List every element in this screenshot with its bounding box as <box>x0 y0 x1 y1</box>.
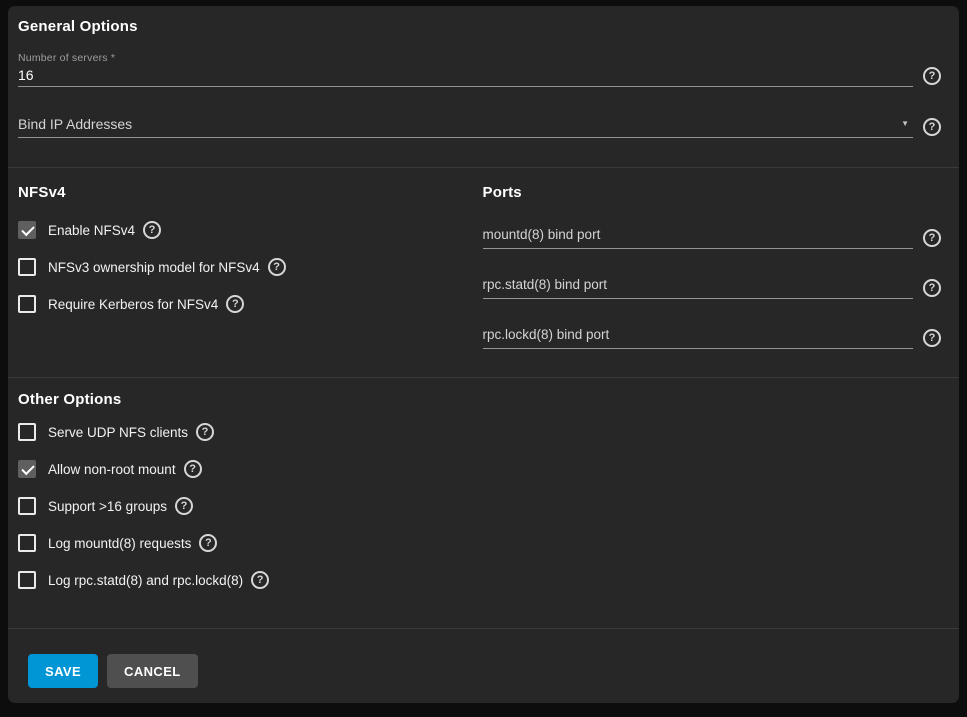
enable-nfsv4-checkbox[interactable] <box>18 221 36 239</box>
support-16-groups-checkbox[interactable] <box>18 497 36 515</box>
log-mountd-requests-label: Log mountd(8) requests <box>48 535 191 552</box>
mountd-bind-port-field: mountd(8) bind port ? <box>483 226 942 249</box>
help-icon[interactable]: ? <box>923 329 941 347</box>
rpc-lockd-bind-port-field: rpc.lockd(8) bind port ? <box>483 326 942 349</box>
log-statd-lockd-label: Log rpc.statd(8) and rpc.lockd(8) <box>48 572 243 589</box>
action-buttons-row: SAVE CANCEL <box>8 629 959 703</box>
help-icon[interactable]: ? <box>184 460 202 478</box>
help-icon[interactable]: ? <box>251 571 269 589</box>
number-of-servers-field-main: Number of servers * <box>18 52 913 87</box>
help-icon[interactable]: ? <box>175 497 193 515</box>
enable-nfsv4-row: Enable NFSv4 ? <box>18 219 477 241</box>
require-kerberos-label: Require Kerberos for NFSv4 <box>48 296 218 313</box>
help-icon[interactable]: ? <box>268 258 286 276</box>
support-16-groups-row: Support >16 groups ? <box>18 495 941 517</box>
log-mountd-requests-checkbox[interactable] <box>18 534 36 552</box>
number-of-servers-input[interactable] <box>18 66 913 86</box>
serve-udp-label: Serve UDP NFS clients <box>48 424 188 441</box>
rpc-statd-bind-port-label: rpc.statd(8) bind port <box>483 276 608 294</box>
section-other-options: Other Options Serve UDP NFS clients ? Al… <box>8 378 959 629</box>
help-icon[interactable]: ? <box>923 229 941 247</box>
allow-nonroot-mount-checkbox[interactable] <box>18 460 36 478</box>
allow-nonroot-mount-row: Allow non-root mount ? <box>18 458 941 480</box>
support-16-groups-label: Support >16 groups <box>48 498 167 515</box>
help-icon[interactable]: ? <box>196 423 214 441</box>
section-nfsv4-and-ports: NFSv4 Enable NFSv4 ? NFSv3 ownership mod… <box>8 168 959 378</box>
log-statd-lockd-row: Log rpc.statd(8) and rpc.lockd(8) ? <box>18 569 941 591</box>
allow-nonroot-mount-label: Allow non-root mount <box>48 461 176 478</box>
help-icon[interactable]: ? <box>923 118 941 136</box>
help-icon[interactable]: ? <box>923 67 941 85</box>
nfsv3-ownership-checkbox[interactable] <box>18 258 36 276</box>
rpc-lockd-bind-port-label: rpc.lockd(8) bind port <box>483 326 610 344</box>
log-mountd-requests-row: Log mountd(8) requests ? <box>18 532 941 554</box>
ports-column: Ports mountd(8) bind port ? rpc.statd(8)… <box>483 184 942 377</box>
nfsv3-ownership-row: NFSv3 ownership model for NFSv4 ? <box>18 256 477 278</box>
serve-udp-row: Serve UDP NFS clients ? <box>18 421 941 443</box>
nfsv3-ownership-label: NFSv3 ownership model for NFSv4 <box>48 259 260 276</box>
section-general-options: General Options Number of servers * ? Bi… <box>8 6 959 168</box>
chevron-down-icon: ▼ <box>901 120 909 128</box>
serve-udp-checkbox[interactable] <box>18 423 36 441</box>
nfsv4-column: NFSv4 Enable NFSv4 ? NFSv3 ownership mod… <box>18 184 477 377</box>
cancel-button[interactable]: CANCEL <box>107 654 198 688</box>
nfs-config-card: General Options Number of servers * ? Bi… <box>8 6 959 703</box>
help-icon[interactable]: ? <box>226 295 244 313</box>
require-kerberos-checkbox[interactable] <box>18 295 36 313</box>
bind-ip-addresses-field: Bind IP Addresses ▼ ? <box>18 115 941 138</box>
save-button[interactable]: SAVE <box>28 654 98 688</box>
bind-ip-addresses-select[interactable]: Bind IP Addresses ▼ <box>18 115 913 138</box>
help-icon[interactable]: ? <box>923 279 941 297</box>
rpc-statd-bind-port-field: rpc.statd(8) bind port ? <box>483 276 942 299</box>
section-title-general-options: General Options <box>18 18 941 36</box>
log-statd-lockd-checkbox[interactable] <box>18 571 36 589</box>
mountd-bind-port-input[interactable]: mountd(8) bind port <box>483 226 914 249</box>
mountd-bind-port-label: mountd(8) bind port <box>483 226 601 244</box>
bind-ip-addresses-label: Bind IP Addresses <box>18 115 132 133</box>
section-title-ports: Ports <box>483 184 942 202</box>
rpc-statd-bind-port-input[interactable]: rpc.statd(8) bind port <box>483 276 914 299</box>
help-icon[interactable]: ? <box>199 534 217 552</box>
number-of-servers-label: Number of servers * <box>18 52 913 64</box>
enable-nfsv4-label: Enable NFSv4 <box>48 222 135 239</box>
require-kerberos-row: Require Kerberos for NFSv4 ? <box>18 293 477 315</box>
section-title-other-options: Other Options <box>18 391 941 409</box>
rpc-lockd-bind-port-input[interactable]: rpc.lockd(8) bind port <box>483 326 914 349</box>
help-icon[interactable]: ? <box>143 221 161 239</box>
section-title-nfsv4: NFSv4 <box>18 184 477 202</box>
number-of-servers-field: Number of servers * ? <box>18 52 941 87</box>
